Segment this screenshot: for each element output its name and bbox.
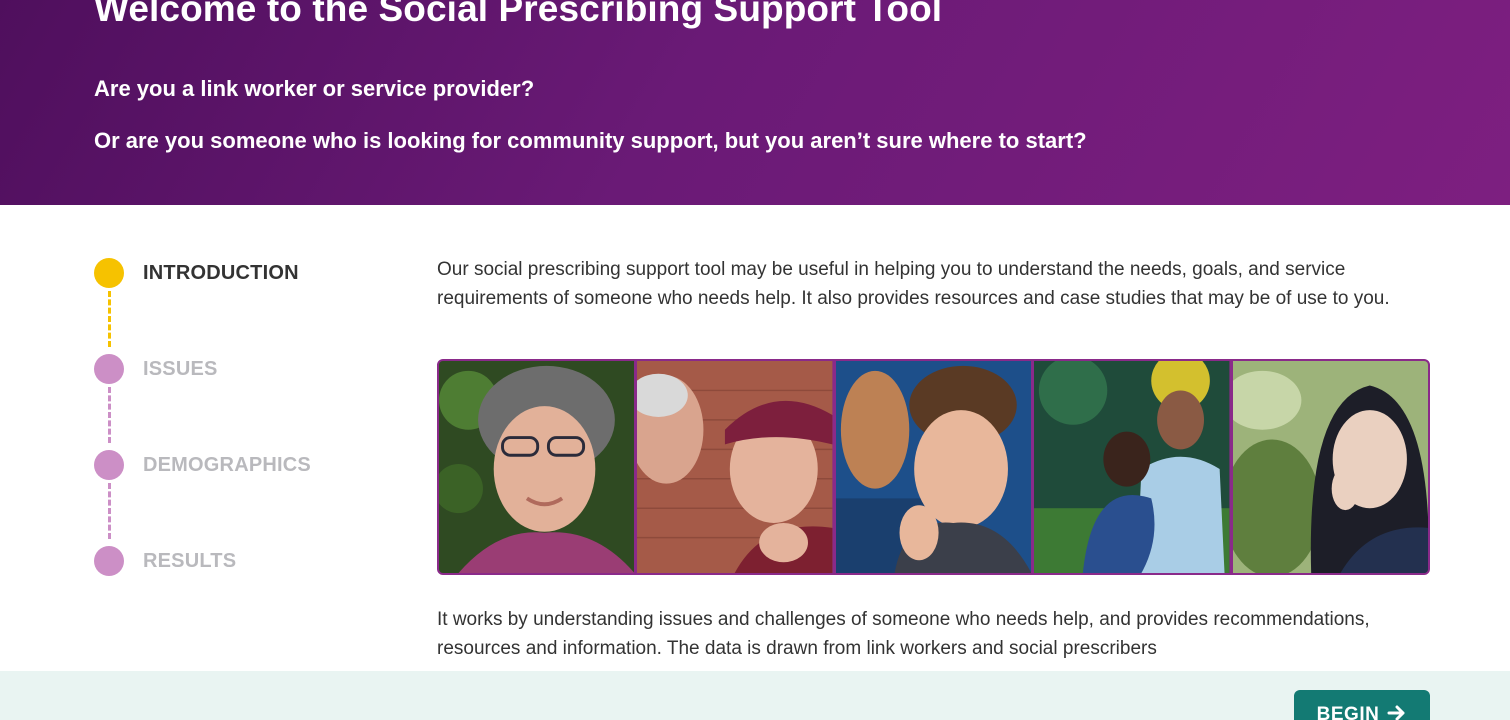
step-introduction[interactable]: INTRODUCTION [94, 257, 299, 289]
photo-two-men-laughing [637, 361, 833, 573]
step-dot [94, 450, 124, 480]
page-title: Welcome to the Social Prescribing Suppor… [94, 0, 943, 29]
intro-paragraph: Our social prescribing support tool may … [437, 259, 1390, 309]
photo-older-woman [439, 361, 635, 573]
step-label: INTRODUCTION [143, 261, 299, 284]
step-label: ISSUES [143, 357, 218, 380]
step-dot [94, 546, 124, 576]
hero-question-community-support: Or are you someone who is looking for co… [94, 128, 1087, 153]
photo-embracing-couple [1034, 361, 1230, 573]
stepper-connector [108, 387, 111, 443]
photo-strip [437, 359, 1430, 575]
how-it-works-paragraph: It works by understanding issues and cha… [437, 609, 1370, 659]
step-label: RESULTS [143, 549, 237, 572]
stepper-connector [108, 291, 111, 347]
step-dot [94, 354, 124, 384]
stepper-connector [108, 483, 111, 539]
step-demographics[interactable]: DEMOGRAPHICS [94, 449, 311, 481]
step-label: DEMOGRAPHICS [143, 453, 311, 476]
begin-button[interactable]: BEGIN [1294, 690, 1430, 720]
arrow-right-icon [1387, 704, 1407, 720]
photo-thoughtful-woman [1232, 361, 1428, 573]
hero-banner: Welcome to the Social Prescribing Suppor… [0, 0, 1510, 205]
step-results[interactable]: RESULTS [94, 545, 236, 577]
progress-stepper: INTRODUCTION ISSUES DEMOGRAPHICS RESULTS [94, 255, 394, 585]
footer-action-bar [0, 671, 1510, 720]
begin-button-label: BEGIN [1316, 704, 1380, 720]
photo-young-man-thinking [835, 361, 1032, 573]
hero-question-link-worker: Are you a link worker or service provide… [94, 76, 535, 101]
step-issues[interactable]: ISSUES [94, 353, 218, 385]
step-dot-active [94, 258, 124, 288]
